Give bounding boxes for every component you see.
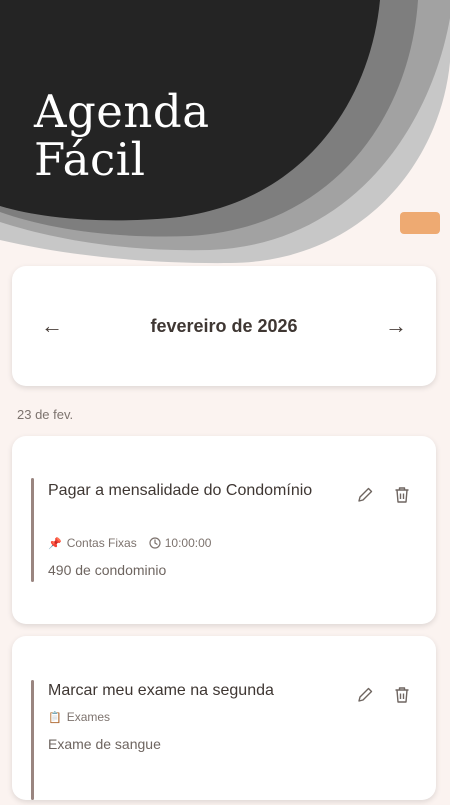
pushpin-icon: 📌	[48, 537, 62, 550]
task-description: 490 de condominio	[48, 562, 167, 578]
task-title: Marcar meu exame na segunda	[48, 682, 274, 699]
month-label: fevereiro de 2026	[150, 315, 298, 336]
task-accent-bar	[31, 478, 34, 582]
task-time-value: 10:00:00	[164, 536, 212, 550]
task-time: 10:00:00	[149, 536, 212, 550]
app-title-line2: Fácil	[34, 133, 146, 186]
arrow-left-icon[interactable]: ←	[40, 315, 64, 337]
date-group-label: 23 de fev.	[17, 407, 74, 422]
task-actions	[356, 486, 410, 504]
trash-icon[interactable]	[394, 686, 410, 704]
clipboard-icon: 📋	[48, 711, 62, 724]
pencil-icon[interactable]	[356, 486, 374, 504]
task-category: Contas Fixas	[66, 536, 137, 550]
task-accent-bar	[31, 680, 34, 800]
app-header: Agenda Fácil	[0, 0, 450, 270]
pencil-icon[interactable]	[356, 686, 374, 704]
task-card[interactable]: Marcar meu exame na segunda 📋 Exames Exa…	[12, 636, 436, 800]
trash-icon[interactable]	[394, 486, 410, 504]
task-actions	[356, 686, 410, 704]
month-navigator: ← fevereiro de 2026 →	[12, 266, 436, 386]
arrow-right-icon[interactable]: →	[384, 315, 408, 337]
app-title: Agenda Fácil	[34, 88, 210, 184]
task-category: Exames	[66, 710, 111, 724]
task-title: Pagar a mensalidade do Condomínio	[48, 482, 313, 499]
clock-icon	[149, 537, 161, 549]
task-card[interactable]: Pagar a mensalidade do Condomínio 📌 Cont…	[12, 436, 436, 624]
app-title-line1: Agenda	[34, 85, 210, 138]
task-meta: 📋 Exames	[48, 710, 110, 724]
task-description: Exame de sangue	[48, 736, 161, 752]
task-meta: 📌 Contas Fixas 10:00:00	[48, 536, 211, 550]
